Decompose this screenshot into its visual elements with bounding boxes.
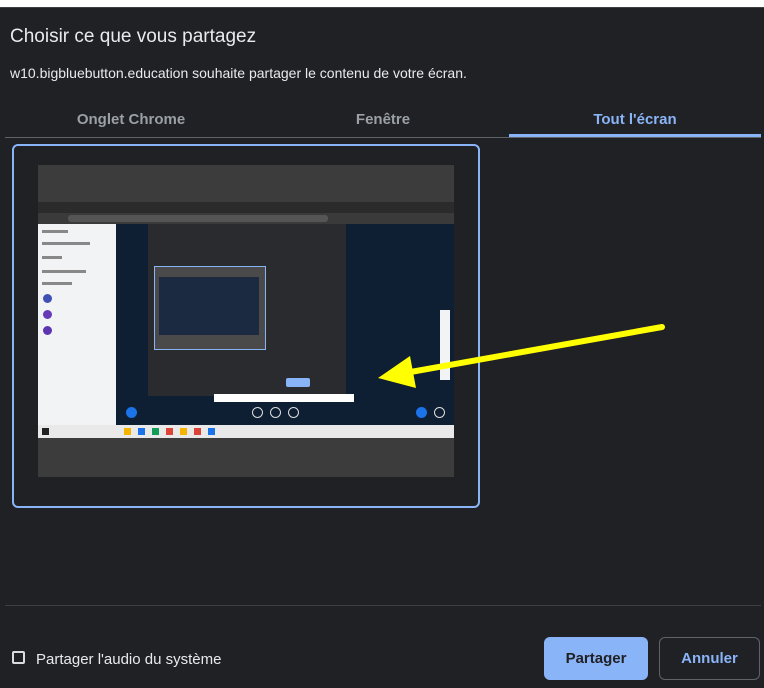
thumbnail-options-icon bbox=[416, 407, 427, 418]
thumbnail-screen-icon bbox=[288, 407, 299, 418]
thumbnail-fullscreen-icon bbox=[434, 407, 445, 418]
thumbnail-user-icon bbox=[126, 407, 137, 418]
thumbnail-text-line bbox=[42, 230, 68, 233]
dialog-title: Choisir ce que vous partagez bbox=[10, 26, 257, 47]
share-button[interactable]: Partager bbox=[544, 637, 648, 680]
thumbnail-taskbar bbox=[38, 425, 454, 438]
cancel-button[interactable]: Annuler bbox=[659, 637, 760, 680]
footer-divider bbox=[5, 605, 761, 606]
source-tabs: Onglet Chrome Fenêtre Tout l'écran bbox=[5, 101, 761, 137]
dialog-subtitle: w10.bigbluebutton.education souhaite par… bbox=[10, 65, 467, 81]
thumbnail-taskbar-icon bbox=[166, 428, 173, 435]
share-audio-checkbox[interactable] bbox=[12, 651, 25, 664]
thumbnail-camera-icon bbox=[270, 407, 281, 418]
thumbnail-text-line bbox=[42, 282, 72, 285]
thumbnail-nested-screen-inner bbox=[159, 277, 259, 335]
thumbnail-chat-input bbox=[214, 394, 354, 402]
thumbnail-taskbar-icon bbox=[152, 428, 159, 435]
share-audio-label: Partager l'audio du système bbox=[36, 651, 222, 668]
thumbnail-sidepanel bbox=[38, 224, 116, 425]
screen-option[interactable] bbox=[12, 144, 480, 508]
thumbnail-taskbar-icon bbox=[180, 428, 187, 435]
thumbnail-whiteboard-toolbar bbox=[440, 310, 450, 380]
thumbnail-taskbar-icon bbox=[194, 428, 201, 435]
thumbnail-browser bbox=[38, 202, 454, 438]
thumbnail-taskbar-icon bbox=[124, 428, 131, 435]
thumbnail-start-icon bbox=[42, 428, 49, 435]
thumbnail-avatar-icon bbox=[43, 294, 52, 303]
thumbnail-taskbar-icon bbox=[208, 428, 215, 435]
tab-entire-screen[interactable]: Tout l'écran bbox=[509, 101, 761, 137]
screen-thumbnail bbox=[38, 165, 454, 477]
thumbnail-taskbar-icon bbox=[138, 428, 145, 435]
thumbnail-avatar-icon bbox=[43, 310, 52, 319]
tab-chrome-tab[interactable]: Onglet Chrome bbox=[5, 101, 257, 137]
thumbnail-nested-screen bbox=[154, 266, 266, 350]
thumbnail-nested-share-button bbox=[286, 378, 310, 387]
share-screen-dialog: Choisir ce que vous partagez w10.bigblue… bbox=[0, 7, 764, 688]
thumbnail-tabbar bbox=[38, 202, 454, 213]
thumbnail-text-line bbox=[42, 270, 86, 273]
thumbnail-mic-icon bbox=[252, 407, 263, 418]
thumbnail-avatar-icon bbox=[43, 326, 52, 335]
screen-list bbox=[5, 138, 761, 605]
thumbnail-text-line bbox=[42, 242, 90, 245]
thumbnail-nested-dialog bbox=[148, 224, 346, 396]
thumbnail-urlfield bbox=[68, 215, 328, 222]
tab-window[interactable]: Fenêtre bbox=[257, 101, 509, 137]
thumbnail-text-line bbox=[42, 256, 62, 259]
